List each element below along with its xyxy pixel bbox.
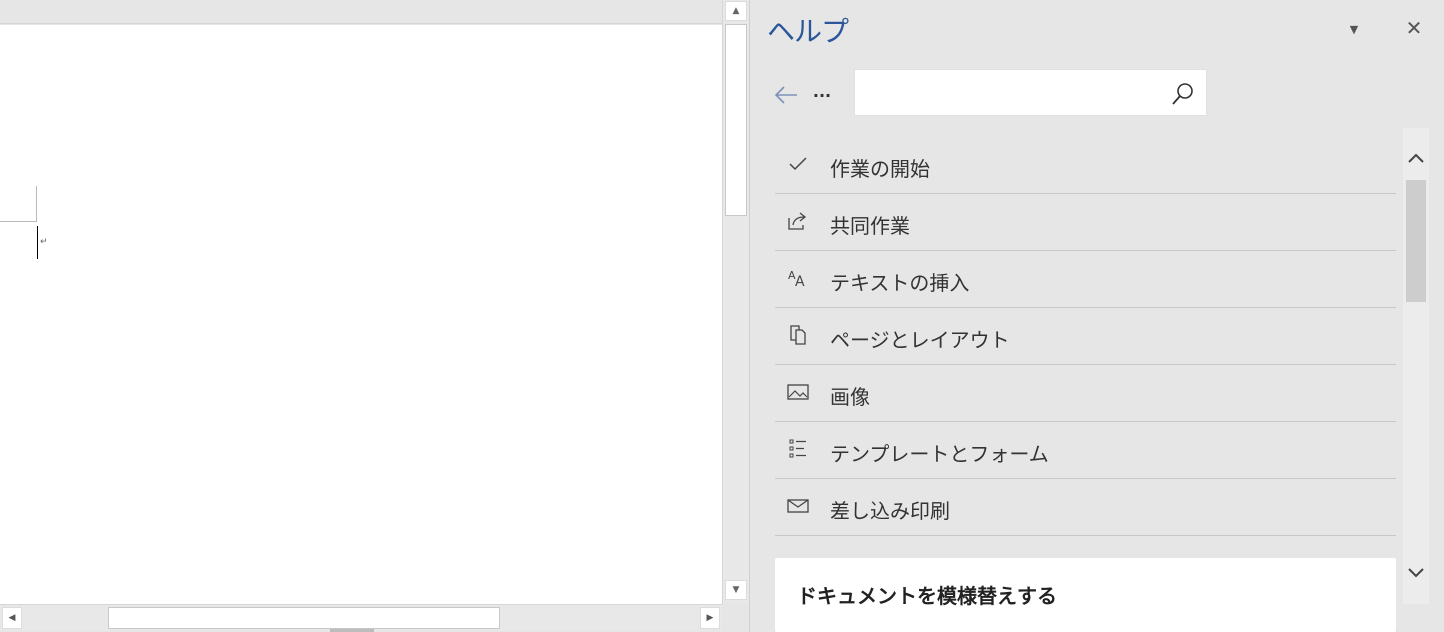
- close-button[interactable]: ✕: [1403, 16, 1425, 40]
- list-item-collaborate[interactable]: 共同作業: [775, 194, 1396, 251]
- list-item-label: テキストの挿入: [830, 271, 970, 295]
- list-item-label: テンプレートとフォーム: [830, 442, 1049, 466]
- list-item-insert-text[interactable]: A A テキストの挿入: [775, 251, 1396, 308]
- ellipsis-icon: ···: [812, 85, 832, 105]
- list-item-page-layout[interactable]: ページとレイアウト: [775, 308, 1396, 365]
- list-item-label: ページとレイアウト: [830, 328, 1010, 352]
- word-window: ↵ ▲ ▼ ◀ ▶ ヘルプ ▼ ✕ ··· 作業の開始 共同作業 A A テキス…: [0, 0, 1444, 632]
- list-item-images[interactable]: 画像: [775, 365, 1396, 422]
- featured-card[interactable]: ドキュメントを模様替えする: [775, 558, 1396, 632]
- scroll-up-button[interactable]: ▲: [725, 1, 747, 21]
- scroll-right-button[interactable]: ▶: [700, 607, 720, 629]
- document-horizontal-scrollbar[interactable]: ◀ ▶: [0, 604, 722, 630]
- share-icon: [787, 210, 809, 232]
- document-page[interactable]: ↵: [0, 25, 722, 604]
- paragraph-mark: ↵: [40, 237, 48, 247]
- scrollbar-corner: [722, 604, 749, 632]
- list-item-label: 共同作業: [830, 214, 910, 238]
- search-box[interactable]: [854, 69, 1207, 116]
- search-icon[interactable]: [1171, 82, 1195, 106]
- margin-guide-vertical: [36, 186, 37, 222]
- picture-icon: [787, 381, 809, 403]
- scroll-thumb-horizontal[interactable]: [108, 607, 500, 629]
- pane-scroll-up-button[interactable]: [1403, 146, 1429, 170]
- close-icon: ✕: [1405, 16, 1423, 40]
- document-vertical-scrollbar[interactable]: ▲ ▼: [722, 0, 749, 604]
- search-input[interactable]: [865, 80, 1165, 106]
- list-item-label: 画像: [830, 385, 870, 409]
- envelope-icon: [787, 495, 809, 517]
- help-pane: ヘルプ ▼ ✕ ··· 作業の開始 共同作業 A A テキストの挿入 ページとレ…: [750, 0, 1444, 632]
- list-item-getting-started[interactable]: 作業の開始: [775, 137, 1396, 194]
- document-area: ↵ ▲ ▼ ◀ ▶: [0, 0, 750, 632]
- checkmark-icon: [787, 153, 809, 175]
- pages-icon: [787, 324, 809, 346]
- scroll-left-button[interactable]: ◀: [2, 607, 22, 629]
- pane-scroll-down-button[interactable]: [1403, 560, 1429, 584]
- pane-scrollbar[interactable]: [1403, 128, 1429, 604]
- chevron-down-icon: ▼: [1349, 22, 1359, 36]
- pane-title: ヘルプ: [767, 15, 849, 48]
- list-item-label: 差し込み印刷: [830, 499, 950, 523]
- font-size-icon: A A: [787, 267, 809, 289]
- chevron-down-icon: [1408, 568, 1424, 578]
- back-button[interactable]: [772, 82, 800, 108]
- svg-text:A: A: [795, 274, 805, 288]
- chevron-up-icon: [1408, 153, 1424, 163]
- card-title: ドキュメントを模様替えする: [797, 584, 1057, 608]
- list-item-templates-forms[interactable]: テンプレートとフォーム: [775, 422, 1396, 479]
- ribbon-edge: [0, 0, 722, 24]
- arrow-left-icon: [774, 86, 797, 104]
- margin-guide-horizontal: [0, 221, 36, 222]
- pane-options-button[interactable]: ▼: [1343, 18, 1365, 40]
- text-cursor: [37, 226, 38, 259]
- list-item-mail-merge[interactable]: 差し込み印刷: [775, 479, 1396, 536]
- pane-scroll-thumb[interactable]: [1406, 180, 1426, 302]
- scroll-thumb-vertical[interactable]: [725, 24, 747, 216]
- scroll-down-button[interactable]: ▼: [725, 580, 747, 600]
- list-icon: [787, 438, 809, 460]
- more-options-button[interactable]: ···: [810, 82, 834, 108]
- help-topic-list: 作業の開始 共同作業 A A テキストの挿入 ページとレイアウト 画像 テンプレ…: [775, 137, 1396, 536]
- list-item-label: 作業の開始: [830, 157, 930, 181]
